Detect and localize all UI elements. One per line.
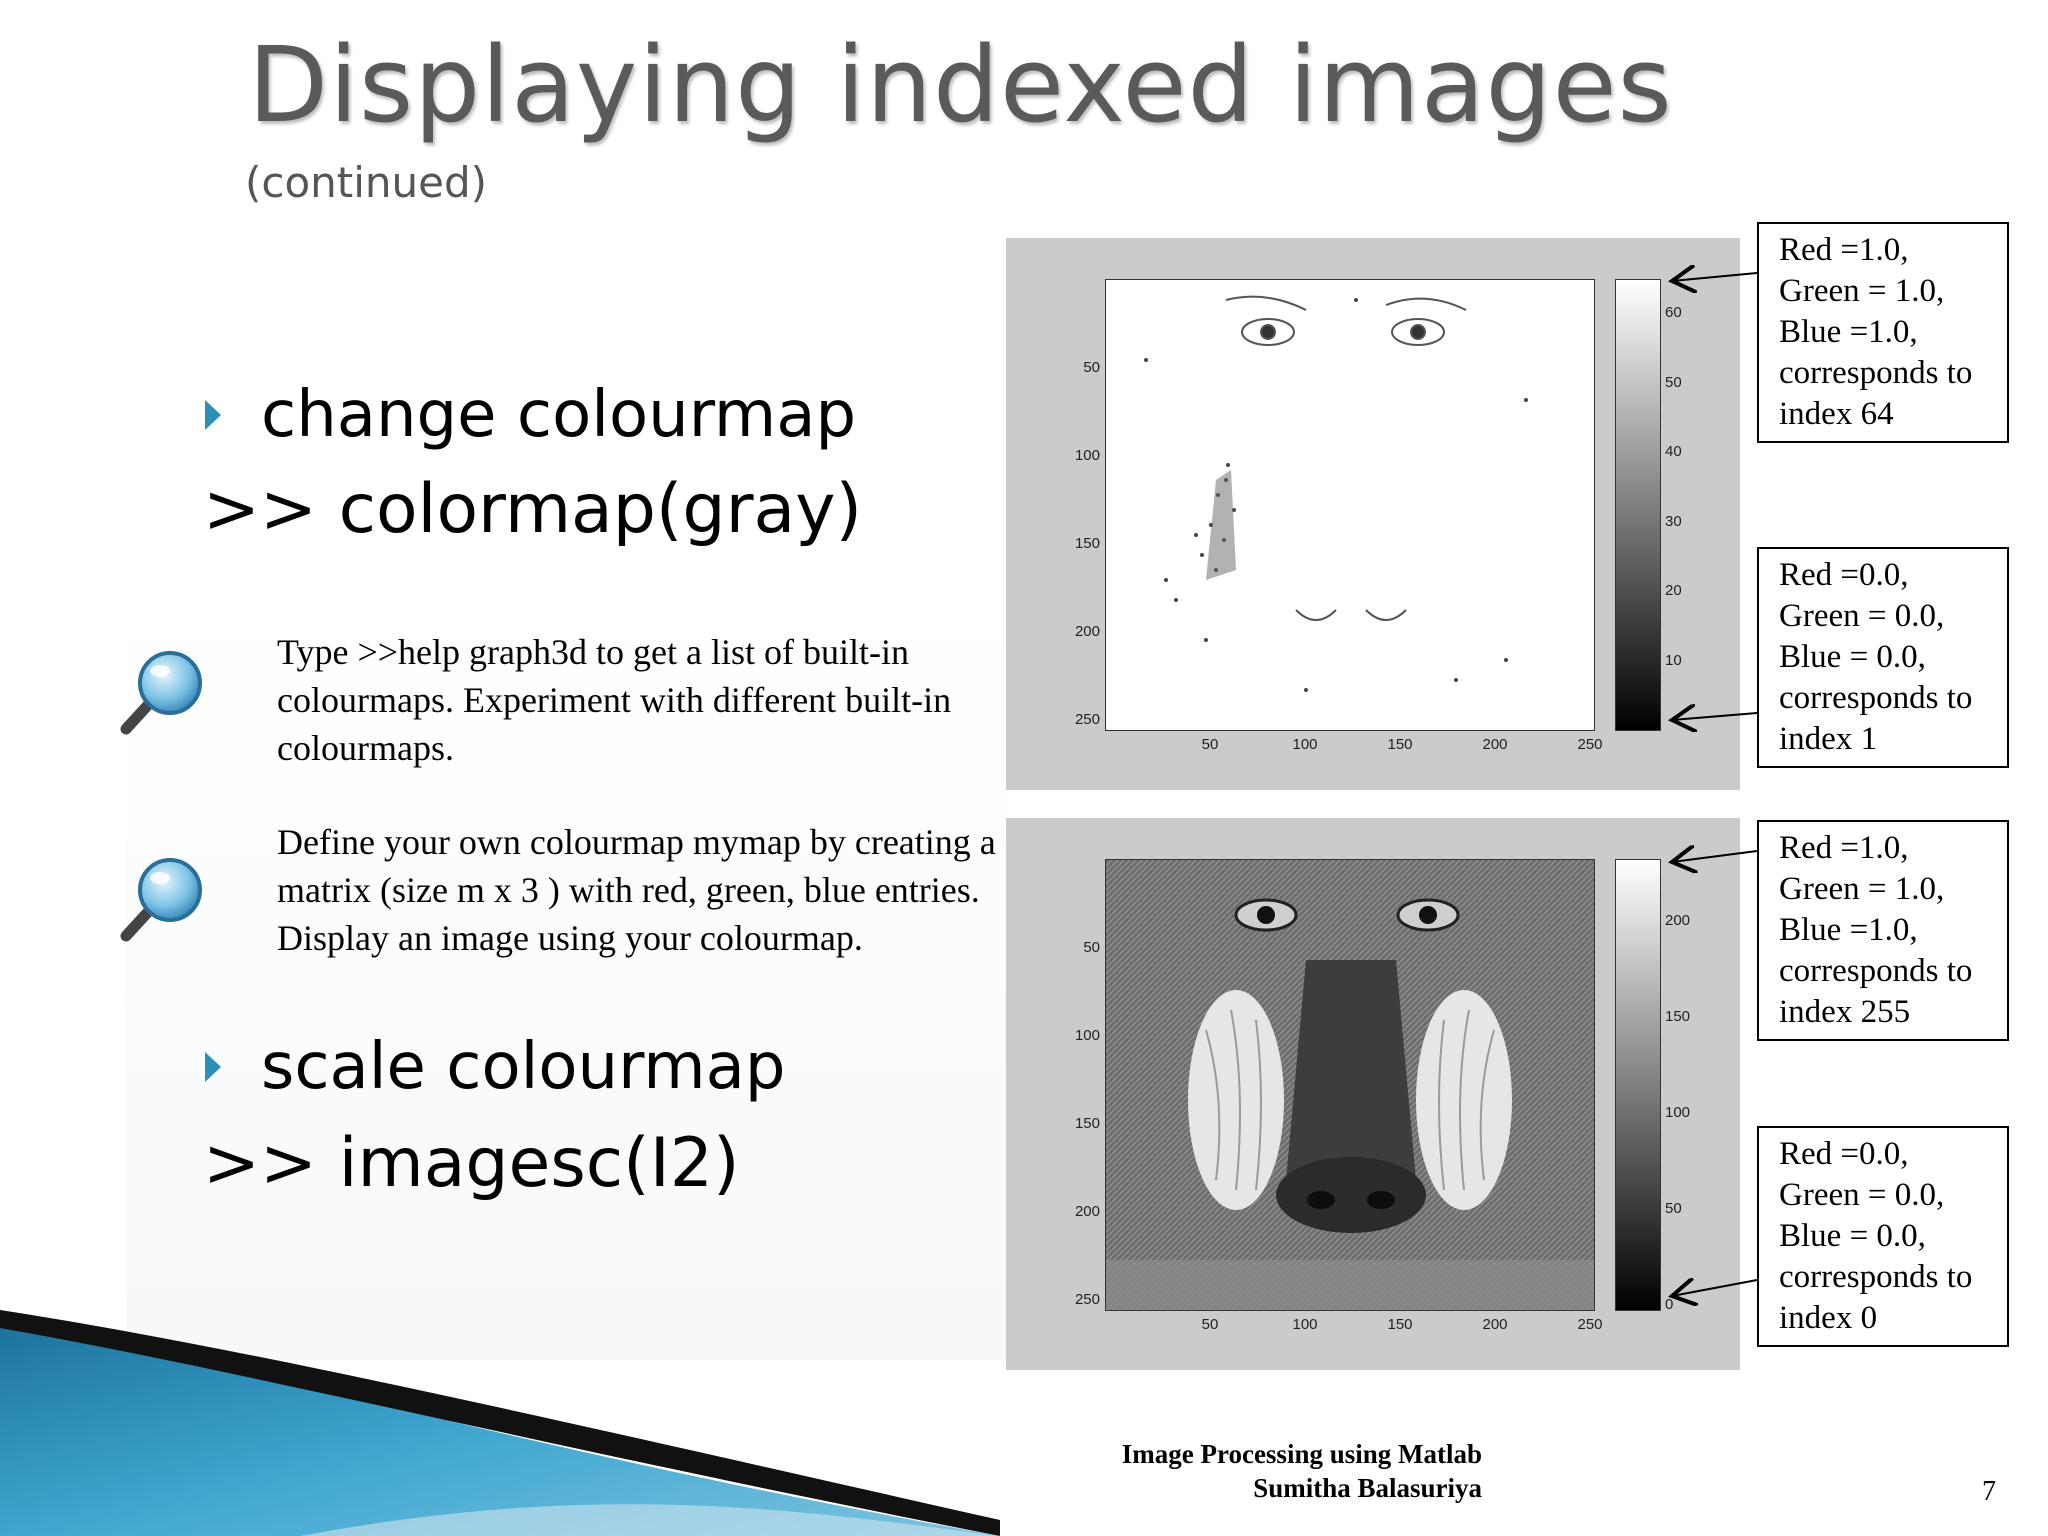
annotation-line: Green = 1.0, [1779,871,1945,907]
annotation-line: Blue = 0.0, [1779,639,1926,675]
arrow-index-1 [1672,713,1758,720]
footer-course: Image Processing using Matlab [1121,1439,1482,1469]
annotation-line: index 255 [1779,994,1911,1030]
annotation-line: Red =1.0, [1779,830,1909,866]
page-number: 7 [1982,1476,1996,1507]
annotation-box-index-255: Red =1.0, Green = 1.0, Blue =1.0, corres… [1757,820,2009,1041]
annotation-line: corresponds to [1779,953,1973,989]
arrow-index-64 [1672,273,1758,281]
annotation-arrows [0,0,1758,1536]
annotation-line: Blue =1.0, [1779,912,1918,948]
annotation-box-index-64: Red =1.0, Green = 1.0, Blue =1.0, corres… [1757,222,2009,443]
annotation-line: Red =1.0, [1779,232,1909,268]
annotation-line: index 64 [1779,396,1894,432]
annotation-box-index-1: Red =0.0, Green = 0.0, Blue = 0.0, corre… [1757,547,2009,768]
annotation-line: Red =0.0, [1779,1136,1909,1172]
annotation-line: index 0 [1779,1300,1878,1336]
annotation-line: Blue = 0.0, [1779,1218,1926,1254]
annotation-line: Red =0.0, [1779,557,1909,593]
annotation-line: Green = 0.0, [1779,598,1945,634]
annotation-line: corresponds to [1779,680,1973,716]
footer-author: Sumitha Balasuriya [1253,1473,1482,1503]
annotation-line: Green = 1.0, [1779,273,1945,309]
annotation-line: corresponds to [1779,355,1973,391]
arrow-index-0 [1672,1280,1758,1296]
annotation-line: index 1 [1779,721,1878,757]
slide: Displaying indexed images (continued) ch… [0,0,2048,1536]
annotation-box-index-0: Red =0.0, Green = 0.0, Blue = 0.0, corre… [1757,1126,2009,1347]
annotation-line: Green = 0.0, [1779,1177,1945,1213]
annotation-line: corresponds to [1779,1259,1973,1295]
annotation-line: Blue =1.0, [1779,314,1918,350]
arrow-index-255 [1672,851,1758,862]
